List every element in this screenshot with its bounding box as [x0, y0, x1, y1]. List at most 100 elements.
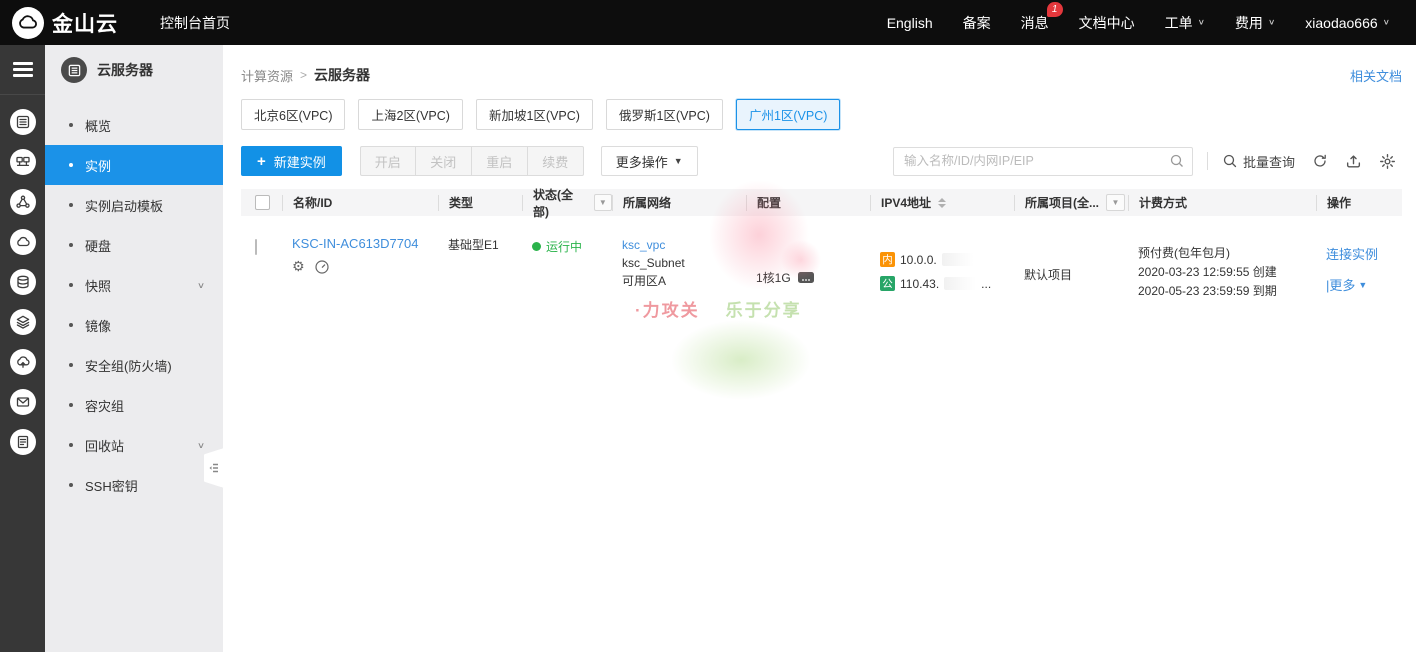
page-title: 云服务器	[314, 65, 370, 85]
search-input[interactable]	[893, 147, 1193, 176]
chevron-down-icon: ∨	[197, 440, 205, 450]
status-badge: 运行中	[532, 236, 612, 255]
settings-button[interactable]	[1379, 153, 1396, 170]
gear-icon[interactable]: ⚙	[292, 260, 305, 274]
chevron-down-icon: ∨	[1198, 18, 1205, 27]
create-instance-button[interactable]: + 新建实例	[241, 146, 342, 176]
connect-instance-link[interactable]: 连接实例	[1326, 244, 1378, 263]
topbar: 金山云 控制台首页 English 备案 消息 1 文档中心 工单 ∨ 费用 ∨…	[0, 0, 1416, 45]
region-tab-shanghai2[interactable]: 上海2区(VPC)	[358, 99, 462, 130]
vpc-link[interactable]: ksc_vpc	[622, 236, 746, 254]
private-ip-badge: 内	[880, 252, 895, 267]
sidebar-item-images[interactable]: 镜像	[45, 305, 223, 345]
region-tab-singapore1[interactable]: 新加坡1区(VPC)	[476, 99, 593, 130]
sidebar-item-recycle-bin[interactable]: 回收站∨	[45, 425, 223, 465]
cloud-logo-icon	[12, 7, 44, 39]
subnet-name: ksc_Subnet	[622, 254, 746, 272]
work-order-menu[interactable]: 工单 ∨	[1165, 13, 1205, 33]
logo-text: 金山云	[52, 8, 118, 38]
availability-zone: 可用区A	[622, 272, 746, 290]
cluster-product-icon[interactable]	[10, 189, 36, 215]
user-menu[interactable]: xiaodao666 ∨	[1305, 15, 1390, 31]
all-products-menu-button[interactable]	[0, 45, 45, 95]
messages-link[interactable]: 消息 1	[1021, 13, 1049, 33]
instance-config: 1核1G	[756, 269, 791, 286]
start-button[interactable]: 开启	[360, 146, 416, 176]
instance-id-link[interactable]: KSC-IN-AC613D7704	[292, 236, 418, 251]
public-ip: 公 110.43. ...	[880, 276, 1014, 291]
database-product-icon[interactable]	[10, 269, 36, 295]
vm-monitors-product-icon[interactable]	[10, 149, 36, 175]
related-docs-link[interactable]: 相关文档	[1350, 66, 1402, 85]
caret-down-icon: ▼	[599, 198, 607, 207]
kingsoft-cloud-logo[interactable]: 金山云	[12, 7, 118, 39]
sort-icon[interactable]	[938, 198, 946, 208]
main-content: ·力攻关 乐于分享 计算资源 > 云服务器 相关文档 北京6区(VPC) 上海2…	[223, 45, 1416, 652]
search-box	[893, 147, 1193, 176]
layers-product-icon[interactable]	[10, 309, 36, 335]
region-tabs: 北京6区(VPC) 上海2区(VPC) 新加坡1区(VPC) 俄罗斯1区(VPC…	[241, 99, 1402, 130]
export-button[interactable]	[1345, 153, 1362, 170]
column-header-billing: 计费方式	[1128, 195, 1316, 211]
language-switch[interactable]: English	[887, 15, 933, 31]
breadcrumb-parent[interactable]: 计算资源	[241, 66, 293, 85]
sidebar-item-disaster-recovery[interactable]: 容灾组	[45, 385, 223, 425]
batch-query-button[interactable]: 批量查询	[1222, 152, 1295, 171]
product-header: 云服务器	[45, 45, 223, 95]
column-header-ipv4: IPV4地址	[870, 195, 1014, 211]
billing-type: 预付费(包年包月)	[1138, 244, 1316, 263]
cloud-upload-product-icon[interactable]	[10, 349, 36, 375]
refresh-button[interactable]	[1312, 153, 1328, 169]
sidebar-item-instances[interactable]: 实例	[45, 145, 223, 185]
created-time: 2020-03-23 12:59:55 创建	[1138, 263, 1316, 282]
search-zone: 批量查询	[893, 147, 1402, 176]
server-product-icon[interactable]	[10, 109, 36, 135]
select-all-checkbox[interactable]	[255, 195, 270, 210]
column-header-config: 配置	[746, 195, 870, 211]
billing-menu[interactable]: 费用 ∨	[1235, 13, 1275, 33]
column-header-type: 类型	[438, 195, 522, 211]
sidebar-item-disks[interactable]: 硬盘	[45, 225, 223, 265]
search-icon[interactable]	[1169, 153, 1185, 169]
status-filter-dropdown[interactable]: ▼	[594, 194, 612, 211]
console-home-link[interactable]: 控制台首页	[160, 13, 230, 33]
monitor-gauge-icon[interactable]	[314, 259, 330, 275]
sidebar-item-overview[interactable]: 概览	[45, 105, 223, 145]
redacted-ip-segment	[944, 277, 976, 290]
restart-button[interactable]: 重启	[472, 146, 528, 176]
beian-link[interactable]: 备案	[963, 13, 991, 33]
sidebar-item-launch-templates[interactable]: 实例启动模板	[45, 185, 223, 225]
column-header-status: 状态(全部) ▼	[522, 195, 612, 211]
caret-down-icon: ▼	[674, 156, 683, 166]
search-icon	[1222, 153, 1238, 169]
row-more-actions[interactable]: |更多 ▼	[1326, 275, 1402, 294]
sidebar-item-snapshots[interactable]: 快照∨	[45, 265, 223, 305]
export-icon	[1345, 153, 1362, 170]
more-actions-button[interactable]: 更多操作 ▼	[601, 146, 698, 176]
sidebar-collapse-handle[interactable]	[204, 448, 224, 488]
sidebar-item-security-groups[interactable]: 安全组(防火墙)	[45, 345, 223, 385]
caret-down-icon: ▼	[1358, 280, 1367, 290]
region-tab-russia1[interactable]: 俄罗斯1区(VPC)	[606, 99, 723, 130]
region-tab-guangzhou1[interactable]: 广州1区(VPC)	[736, 99, 840, 130]
table-header: 名称/ID 类型 状态(全部) ▼ 所属网络 配置 IPV4地址 所属项目(全.…	[241, 189, 1402, 216]
topbar-right: English 备案 消息 1 文档中心 工单 ∨ 费用 ∨ xiaodao66…	[887, 13, 1390, 33]
instances-table: 名称/ID 类型 状态(全部) ▼ 所属网络 配置 IPV4地址 所属项目(全.…	[241, 189, 1402, 301]
public-ip-badge: 公	[880, 276, 895, 291]
row-checkbox[interactable]	[255, 239, 257, 255]
divider	[1207, 152, 1208, 170]
instance-type: 基础型E1	[438, 236, 522, 301]
region-tab-beijing6[interactable]: 北京6区(VPC)	[241, 99, 345, 130]
renew-button[interactable]: 续费	[528, 146, 584, 176]
project-name: 默认项目	[1014, 236, 1128, 301]
project-filter-dropdown[interactable]: ▼	[1106, 194, 1125, 211]
sidebar-item-ssh-keys[interactable]: SSH密钥	[45, 465, 223, 505]
stop-button[interactable]: 关闭	[416, 146, 472, 176]
mail-product-icon[interactable]	[10, 389, 36, 415]
instance-action-group: 开启 关闭 重启 续费	[360, 146, 584, 176]
message-count-badge: 1	[1047, 2, 1063, 17]
docs-center-link[interactable]: 文档中心	[1079, 13, 1135, 33]
document-product-icon[interactable]	[10, 429, 36, 455]
cloud-disk-product-icon[interactable]	[10, 229, 36, 255]
chevron-down-icon: ∨	[1268, 18, 1275, 27]
